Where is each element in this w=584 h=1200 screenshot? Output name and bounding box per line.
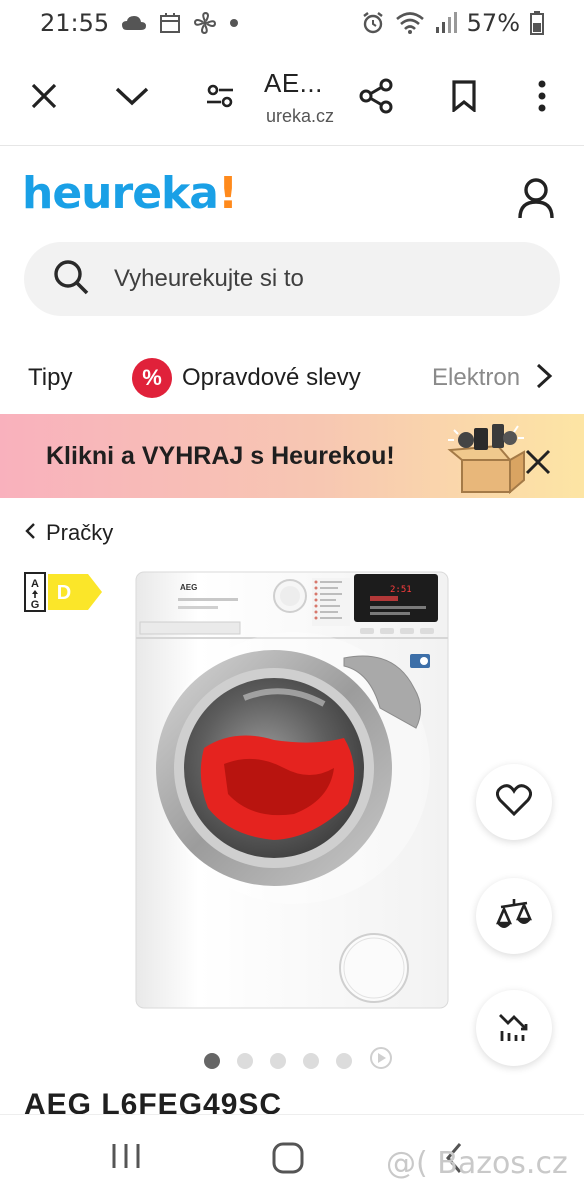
heart-icon [495,783,533,821]
carousel-dots [204,1046,393,1075]
prize-box-icon [444,420,530,496]
tune-icon[interactable] [198,74,242,118]
chevron-down-icon[interactable] [110,74,154,118]
carousel-dot[interactable] [336,1052,352,1069]
play-video-icon[interactable] [369,1046,393,1075]
close-icon[interactable] [22,74,66,118]
product-brand-mark: AEG [180,583,197,592]
cloud-icon [121,14,147,32]
product-title: AEG L6FEG49SC [24,1088,283,1114]
category-opravdove-slevy[interactable]: Opravdové slevy [182,364,361,392]
status-bar: 21:55 57% [0,0,584,46]
status-time: 21:55 [40,9,110,37]
carousel-dot[interactable] [270,1052,286,1069]
alarm-icon [361,11,385,35]
category-tipy[interactable]: Tipy [28,364,72,392]
promo-text: Klikni a VYHRAJ s Heurekou! [46,442,395,470]
fan-icon [193,11,217,35]
logo-bang: ! [217,168,238,219]
energy-label-badge[interactable]: A G D [24,572,104,612]
price-history-button[interactable] [476,990,552,1066]
favorite-button[interactable] [476,764,552,840]
energy-class: D [57,582,71,604]
chevron-left-icon [24,520,36,546]
scales-icon [495,897,533,936]
watermark: @( Bazos.cz [386,1146,568,1181]
recent-apps-icon[interactable] [108,1141,148,1177]
battery-icon [530,11,544,35]
compare-button[interactable] [476,878,552,954]
home-icon[interactable] [270,1141,310,1177]
logo-text: heureka [22,168,219,219]
energy-scale-bottom: G [31,599,40,611]
more-icon[interactable] [520,74,564,118]
category-elektronika[interactable]: Elektron [432,364,536,392]
energy-scale-top: A [31,578,39,590]
calendar-icon [159,12,181,34]
product-image[interactable]: AEG 2:51 [134,568,452,1010]
wifi-icon [395,11,425,35]
search-icon [52,258,90,301]
breadcrumb-label: Pračky [46,520,114,545]
browser-toolbar: AE... ureka.cz [0,46,584,146]
heureka-logo[interactable]: heureka! [22,168,238,219]
chart-trend-icon [497,1009,531,1048]
user-icon[interactable] [514,176,558,220]
search-placeholder: Vyheurekujte si to [114,265,304,292]
display-readout: 2:51 [390,585,412,595]
share-icon[interactable] [354,74,398,118]
carousel-dot[interactable] [303,1052,319,1069]
chevron-right-icon[interactable] [532,362,556,390]
close-icon[interactable] [524,448,552,476]
signal-icon [435,11,457,35]
page-title[interactable]: AE... [264,68,323,99]
bookmark-icon[interactable] [442,74,486,118]
search-input[interactable]: Vyheurekujte si to [24,242,560,316]
battery-percent: 57% [466,9,520,37]
discount-badge-icon: % [132,358,172,398]
page-url[interactable]: ureka.cz [266,106,334,127]
promo-banner[interactable]: Klikni a VYHRAJ s Heurekou! [0,414,584,498]
carousel-dot[interactable] [204,1052,220,1069]
dot-icon [229,18,239,28]
breadcrumb[interactable]: Pračky [24,520,113,546]
carousel-dot[interactable] [237,1052,253,1069]
